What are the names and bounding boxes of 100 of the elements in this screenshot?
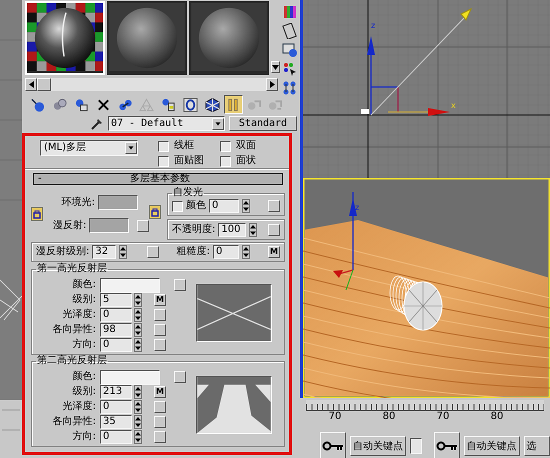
film-icon[interactable] bbox=[282, 23, 298, 39]
checkbox[interactable] bbox=[220, 140, 231, 152]
group-title: 第一高光反射层 bbox=[36, 264, 108, 274]
spinner-field[interactable]: 0 bbox=[100, 400, 132, 414]
toolbar-button[interactable] bbox=[181, 95, 200, 114]
rollout-toggle[interactable]: - bbox=[38, 173, 42, 185]
spinner-buttons[interactable] bbox=[134, 430, 142, 444]
option-label: 面贴图 bbox=[174, 155, 204, 167]
option-label: 线框 bbox=[174, 140, 194, 152]
diffuse-color-swatch[interactable] bbox=[89, 218, 130, 233]
spinner-buttons[interactable] bbox=[134, 338, 142, 352]
rollout-title: 多层基本参数 bbox=[128, 173, 191, 185]
spinner-field[interactable]: 0 bbox=[100, 308, 132, 322]
map-button[interactable] bbox=[268, 224, 280, 236]
spinner-field[interactable]: 0 bbox=[100, 338, 132, 352]
roughness-label: 粗糙度: bbox=[176, 246, 210, 258]
lock-icon[interactable] bbox=[31, 207, 43, 221]
spinner-buttons[interactable] bbox=[134, 400, 142, 414]
map-button[interactable] bbox=[137, 220, 149, 232]
spinner-field[interactable]: 213 bbox=[100, 385, 132, 399]
color-bars-icon[interactable] bbox=[282, 4, 298, 20]
diffuse-label: 漫反射: bbox=[52, 220, 86, 232]
caret-down-icon[interactable] bbox=[212, 118, 224, 130]
color-swatch[interactable] bbox=[100, 278, 160, 292]
caret-down-icon[interactable] bbox=[125, 142, 137, 154]
map-button[interactable] bbox=[147, 246, 160, 258]
scroll-down-button[interactable] bbox=[271, 61, 280, 73]
lock-icon[interactable] bbox=[149, 205, 161, 219]
map-button[interactable] bbox=[154, 309, 166, 321]
material-name-field[interactable]: 07 - Default bbox=[108, 116, 225, 131]
axis-label: x bbox=[451, 101, 456, 110]
axis-gizmo-drawing[interactable] bbox=[333, 192, 357, 290]
map-button[interactable] bbox=[154, 401, 166, 413]
checkbox[interactable] bbox=[220, 156, 231, 166]
timeline-ruler[interactable] bbox=[306, 400, 544, 411]
option-label: 双面 bbox=[236, 140, 256, 152]
map-button[interactable] bbox=[174, 371, 186, 383]
connected-dots-icon[interactable] bbox=[282, 80, 298, 96]
axis-gizmo-drawing[interactable] bbox=[367, 36, 450, 116]
lamp-wireframe-drawing[interactable] bbox=[390, 276, 442, 330]
scroll-right-button[interactable] bbox=[266, 78, 278, 91]
spinner-buttons[interactable] bbox=[134, 323, 142, 337]
spinner-field[interactable]: 0 bbox=[213, 245, 239, 259]
spinner-buttons[interactable] bbox=[249, 223, 258, 237]
map-button[interactable] bbox=[154, 339, 166, 351]
map-button[interactable] bbox=[154, 324, 166, 336]
spinner-buttons[interactable] bbox=[134, 415, 142, 429]
ambient-label: 环境光: bbox=[60, 196, 95, 208]
scrollbar-thumb[interactable] bbox=[37, 78, 51, 91]
spinner-buttons[interactable] bbox=[242, 199, 250, 213]
option-label: 面状 bbox=[236, 155, 256, 167]
shader-dropdown[interactable]: (ML)多层 bbox=[40, 140, 138, 156]
spinner-buttons[interactable] bbox=[242, 245, 250, 259]
spinner-buttons[interactable] bbox=[134, 293, 142, 307]
auto-key-button[interactable]: 自动关键点 bbox=[464, 436, 520, 456]
axis-label: z bbox=[355, 203, 360, 212]
material-type-button[interactable]: Standard bbox=[229, 116, 297, 131]
rollout-header[interactable]: - 多层基本参数 bbox=[33, 173, 283, 185]
spinner-field[interactable]: 0 bbox=[209, 199, 239, 213]
set-key-button[interactable] bbox=[434, 432, 460, 458]
input-field[interactable] bbox=[410, 438, 422, 454]
auto-key-button[interactable]: 自动关键点 bbox=[350, 436, 406, 456]
spinner-field[interactable]: 98 bbox=[100, 323, 132, 337]
axis-label: z bbox=[371, 21, 376, 30]
dots-cursor-icon[interactable] bbox=[282, 61, 298, 77]
spinner-field[interactable]: 35 bbox=[100, 415, 132, 429]
frame-number: 80 bbox=[382, 411, 396, 423]
scroll-left-button[interactable] bbox=[25, 78, 37, 91]
map-button[interactable]: M bbox=[268, 246, 280, 258]
spinner-buttons[interactable] bbox=[134, 385, 142, 399]
sphere-clipboard-icon bbox=[161, 96, 176, 112]
spinner-field[interactable]: 0 bbox=[100, 430, 132, 444]
set-key-button[interactable] bbox=[320, 432, 346, 458]
frame-number: 70 bbox=[436, 411, 450, 423]
map-button[interactable]: M bbox=[154, 294, 166, 306]
spinner-field[interactable]: 32 bbox=[92, 245, 116, 259]
checkbox[interactable] bbox=[158, 156, 169, 166]
spinner-field[interactable]: 100 bbox=[218, 223, 246, 237]
map-button[interactable]: M bbox=[154, 386, 166, 398]
selection-button[interactable]: 选 bbox=[524, 436, 550, 456]
map-button[interactable] bbox=[174, 279, 186, 291]
parameter-label: 颜色: bbox=[72, 279, 97, 291]
toolbar-button[interactable] bbox=[203, 95, 222, 114]
toolbar-button[interactable] bbox=[224, 95, 243, 114]
group-title: 自发光 bbox=[172, 188, 204, 198]
eyedropper-icon[interactable] bbox=[90, 116, 104, 130]
checkbox[interactable] bbox=[158, 140, 169, 152]
sphere-box-icon[interactable] bbox=[282, 42, 298, 58]
map-button[interactable] bbox=[154, 416, 166, 428]
spinner-field[interactable]: 5 bbox=[100, 293, 132, 307]
frame-number: 70 bbox=[328, 411, 342, 423]
parameter-label: 各向异性: bbox=[52, 324, 97, 336]
spinner-buttons[interactable] bbox=[119, 245, 128, 259]
map-button[interactable] bbox=[268, 200, 280, 212]
ambient-color-swatch[interactable] bbox=[98, 195, 138, 210]
map-button[interactable] bbox=[154, 431, 166, 443]
spinner-buttons[interactable] bbox=[134, 308, 142, 322]
light-direction-drawing[interactable] bbox=[361, 8, 472, 116]
checkbox[interactable] bbox=[172, 200, 183, 212]
color-swatch[interactable] bbox=[100, 370, 160, 384]
